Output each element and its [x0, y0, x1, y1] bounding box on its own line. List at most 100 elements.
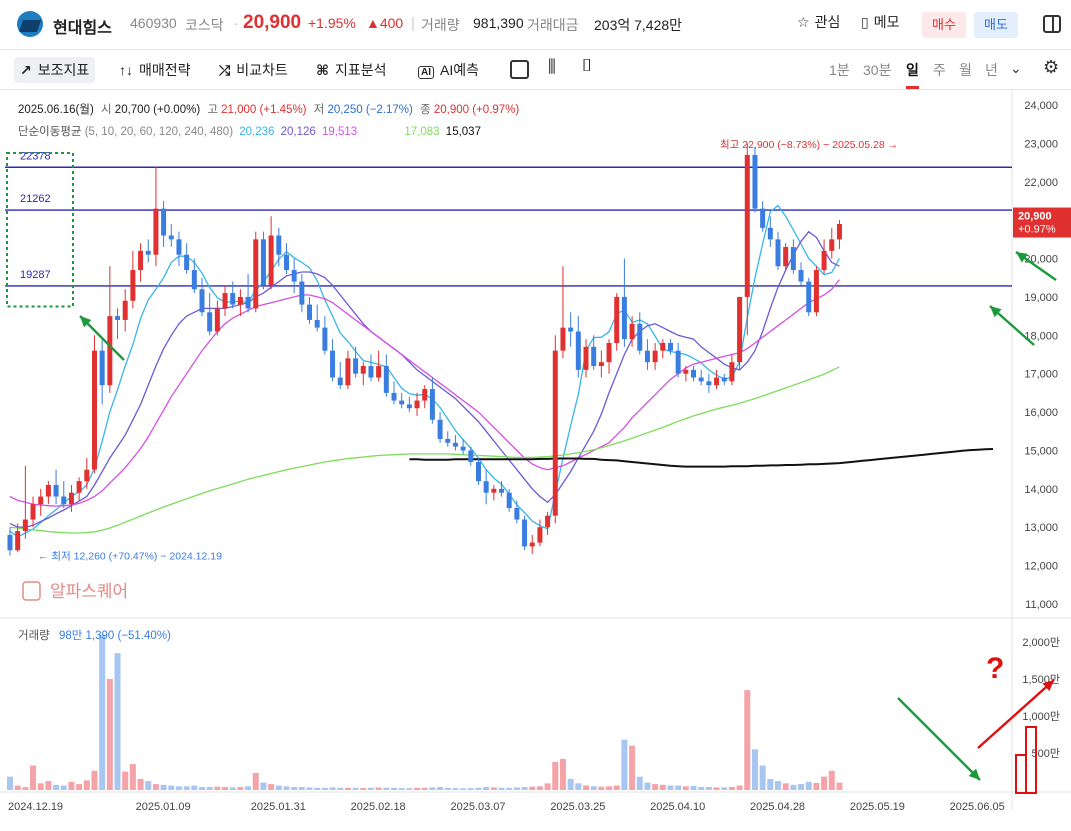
ma10-value: 20,126 [280, 126, 316, 138]
chart-area[interactable]: 24,00023,00022,00021,00020,00019,00018,0… [0, 90, 1071, 826]
volume-bar [821, 776, 828, 790]
candle-body [7, 534, 13, 551]
date-tick-label: 2024.12.19 [8, 801, 63, 813]
period-1min[interactable]: 1분 [829, 60, 850, 80]
chevron-down-icon[interactable]: ⌄ [1010, 60, 1022, 77]
side-panel-icon[interactable] [1043, 15, 1061, 33]
open-value: 20,700 (+0.00%) [114, 104, 201, 116]
candle-body [38, 496, 44, 505]
volume-bar [675, 785, 682, 790]
red-box-tall [1025, 726, 1037, 794]
buy-button[interactable]: 매수 [922, 12, 966, 38]
candle-body [591, 346, 597, 367]
strategy-button[interactable]: ↑↓ 매매전략 [119, 60, 191, 80]
period-week[interactable]: 주 [933, 60, 946, 80]
ai-predict-button[interactable]: AI AI예측 [418, 60, 479, 80]
stock-name[interactable]: 현대힘스 [53, 14, 112, 38]
volume-bar [252, 772, 259, 790]
camera-icon[interactable]: ⌷ [582, 56, 592, 76]
candle-body [698, 377, 704, 382]
memo-button[interactable]: ▯ 메모 [861, 12, 899, 32]
candle-body [583, 346, 589, 370]
candle-body [667, 342, 673, 351]
candle-type-icon[interactable]: ⫼ [548, 57, 556, 77]
analysis-button[interactable]: ⌘ 지표분석 [316, 60, 387, 80]
candle-body [337, 377, 343, 386]
close-label: 종 [420, 104, 431, 116]
volume-bar [68, 781, 75, 790]
sell-button[interactable]: 매도 [974, 12, 1018, 38]
candle-body [760, 208, 766, 228]
volume-bar [45, 781, 52, 790]
min-price-label: ← 최저 12,260 (+70.47%) − 2024.12.19 [38, 551, 222, 563]
volume-bar [567, 778, 574, 790]
price-tick-label: 11,000 [1025, 599, 1058, 611]
watch-button[interactable]: ☆ 관심 [797, 12, 840, 32]
gear-icon[interactable]: ⚙ [1043, 57, 1059, 78]
volume-bar [667, 785, 674, 790]
volume-bar [14, 785, 21, 790]
candle-body [445, 438, 451, 443]
current-price-tag-value: 20,900 [1018, 211, 1052, 223]
volume-bar [114, 653, 121, 790]
volume-bar [751, 749, 758, 790]
high-value: 21,000 (+1.45%) [221, 104, 307, 116]
memo-label: 메모 [873, 14, 900, 30]
volume-bar [352, 787, 359, 790]
volume-bar [91, 770, 98, 790]
period-year[interactable]: 년 [985, 60, 998, 80]
analysis-label: 지표분석 [335, 62, 387, 78]
price-tick-label: 23,000 [1024, 138, 1058, 150]
low-value: 20,250 (−2.17%) [327, 104, 413, 116]
volume-bar [721, 787, 728, 790]
candle-body [99, 350, 105, 386]
volume-bar [652, 784, 659, 790]
period-30min[interactable]: 30분 [863, 60, 891, 80]
candle-body [529, 542, 535, 547]
candle-body [422, 389, 428, 401]
volume-bar [452, 788, 459, 790]
candle-body [460, 446, 466, 451]
arrow-green-volume [897, 697, 981, 781]
volume-bar [467, 788, 474, 790]
volume-bar [575, 783, 582, 790]
volume-bar [790, 784, 797, 790]
indicator-icon: ↗ [20, 62, 32, 78]
compare-button[interactable]: ⤮ 비교차트 [219, 60, 288, 80]
high-label: 고 [207, 104, 218, 116]
change-percent: +1.95% [308, 15, 356, 31]
strategy-icon: ↑↓ [119, 62, 133, 78]
ma20-value: 19,513 [322, 126, 358, 138]
volume-bar [22, 787, 29, 790]
volume-bar [513, 787, 520, 790]
period-day[interactable]: 일 [906, 60, 919, 89]
candle-body [45, 485, 51, 497]
volume-bar [145, 781, 152, 790]
price-chart[interactable]: 24,00023,00022,00021,00020,00019,00018,0… [0, 90, 1071, 826]
candle-body [199, 289, 205, 313]
candle-body [798, 270, 804, 282]
candle-body [153, 208, 159, 255]
indicator-button[interactable]: ↗ 보조지표 [14, 57, 96, 83]
volume-bar [444, 787, 451, 790]
candle-body [122, 300, 128, 320]
volume-label: 거래량 [421, 17, 460, 33]
volume-bar [168, 785, 175, 790]
header-dot: · [233, 15, 238, 32]
period-month[interactable]: 월 [959, 60, 972, 80]
close-value: 20,900 (+0.97%) [433, 104, 520, 116]
volume-bar [275, 785, 282, 790]
candle-body [522, 519, 528, 547]
candle-body [68, 492, 74, 505]
drawing-tool-icon[interactable] [510, 60, 529, 79]
max-price-label: 최고 22,900 (−8.73%) − 2025.05.28 → [720, 139, 898, 151]
volume-bar [367, 787, 374, 790]
date-tick-label: 2025.01.09 [136, 801, 191, 813]
strategy-label: 매매전략 [139, 62, 191, 78]
price-tick-label: 22,000 [1024, 177, 1058, 189]
volume-bar [175, 786, 182, 790]
volume-bar [713, 787, 720, 790]
volume-bar [659, 784, 666, 790]
candle-body [314, 319, 320, 328]
volume-bar [559, 758, 566, 790]
